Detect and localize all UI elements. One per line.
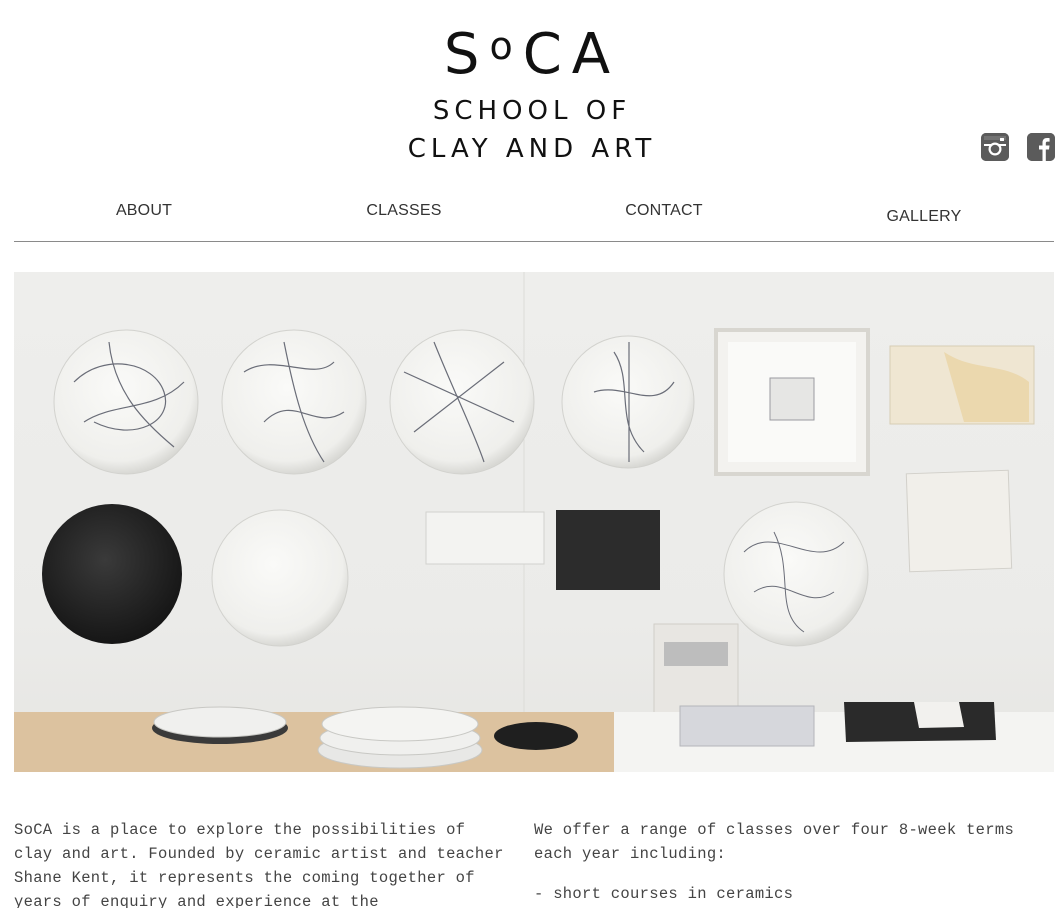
slab-cream	[905, 469, 1013, 573]
ceramics-wall-image	[14, 272, 1054, 772]
plate-2	[221, 329, 367, 475]
instagram-link[interactable]	[981, 133, 1009, 161]
intro-right-text: We offer a range of classes over four 8-…	[534, 821, 1015, 863]
plate-3	[389, 329, 535, 475]
logo-s: S	[443, 22, 490, 87]
logo-ca: CA	[522, 22, 621, 87]
slab-white	[425, 511, 545, 565]
nav-contact[interactable]: CONTACT	[584, 202, 744, 220]
logo[interactable]: SoCA	[0, 14, 1064, 87]
nav-about[interactable]: ABOUT	[64, 202, 224, 220]
nav-gallery[interactable]: GALLERY	[844, 208, 1004, 226]
slab-black	[556, 510, 660, 590]
plate-5	[723, 501, 869, 647]
framed-drawing	[714, 328, 870, 476]
facebook-icon	[1027, 133, 1055, 161]
main-nav: ABOUT CLASSES CONTACT GALLERY	[14, 190, 1054, 242]
plate-4	[561, 335, 695, 469]
plate-white	[211, 509, 349, 647]
intro-left-column: SoCA is a place to explore the possibili…	[14, 818, 506, 908]
logo-tagline-line-2: CLAY AND ART	[407, 134, 657, 164]
plate-1	[53, 329, 199, 475]
facebook-link[interactable]	[1027, 133, 1055, 161]
intro-left-text: SoCA is a place to explore the possibili…	[14, 821, 504, 908]
nav-classes[interactable]: CLASSES	[324, 202, 484, 220]
hero-image	[14, 272, 1054, 772]
class-list-item: - short courses in ceramics	[534, 885, 794, 903]
logo-tagline-line-1: SCHOOL OF	[432, 96, 632, 126]
instagram-icon	[981, 133, 1009, 161]
logo-o: o	[489, 24, 523, 68]
plate-black	[42, 504, 182, 644]
intro-right-column: We offer a range of classes over four 8-…	[534, 818, 1054, 908]
